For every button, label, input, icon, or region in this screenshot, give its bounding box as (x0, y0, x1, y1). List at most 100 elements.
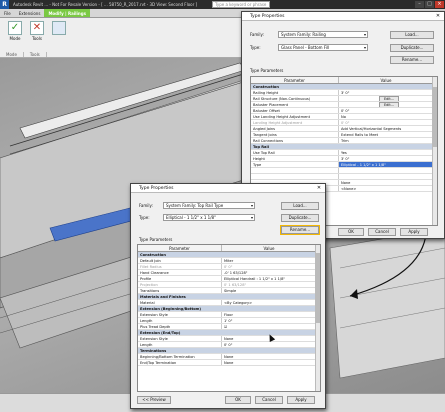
checkbox[interactable]: ☑ (222, 324, 320, 329)
close-icon[interactable]: ✕ (434, 13, 442, 20)
grid-scrollbar[interactable] (432, 77, 437, 225)
window-controls: – □ × (415, 1, 444, 8)
maximize-icon[interactable]: □ (425, 1, 434, 8)
ribbon-button-label: Tools (32, 36, 42, 41)
family-select[interactable]: System Family: Railing (278, 31, 368, 38)
scrollbar-thumb[interactable] (433, 87, 437, 147)
ribbon-group-tools: Tools (24, 52, 47, 57)
type-select[interactable]: Glass Panel - Bottom Fill (278, 44, 368, 51)
rename-button[interactable]: Rename... (390, 56, 434, 64)
parameter-value[interactable]: Elliptical Handrail : 1 1/2" x 1 1/8" (222, 276, 320, 281)
parameter-value[interactable]: Edit... (339, 96, 437, 101)
parameter-value[interactable]: 3' 0" (339, 90, 437, 95)
edit-button[interactable]: Edit... (378, 96, 400, 101)
parameter-value[interactable]: -0' 1 63/128" (222, 270, 320, 275)
dialog-title-bar: Type Properties ✕ (131, 184, 325, 193)
parameter-value[interactable] (339, 168, 437, 173)
parameter-value[interactable]: Trim (339, 138, 437, 143)
parameter-value[interactable]: None (222, 354, 320, 359)
search-input[interactable]: Type a keyword or phrase (212, 1, 270, 8)
apply-button[interactable]: Apply (400, 228, 428, 236)
parameter-name: Use Top Rail (251, 150, 339, 155)
parameter-value[interactable]: None (222, 360, 320, 365)
parameter-value[interactable]: <None> (339, 186, 437, 191)
ribbon-group-labels: Mode Tools (0, 52, 47, 57)
parameter-value[interactable]: 1' 0" (222, 318, 320, 323)
dialog-title: Type Properties (139, 186, 174, 191)
parameter-value[interactable]: <By Category> (222, 300, 320, 305)
parameter-value[interactable]: 0' 0" (222, 342, 320, 347)
parameter-value (222, 348, 320, 353)
column-header-parameter: Parameter (251, 77, 339, 83)
parameter-value[interactable]: 0' 0" (339, 108, 437, 113)
pick-path-icon (52, 21, 66, 35)
ribbon-button-tools[interactable]: ✕ Tools (28, 21, 46, 47)
red-x-icon: ✕ (30, 21, 44, 35)
duplicate-button[interactable]: Duplicate... (281, 214, 319, 222)
tab-file[interactable]: File (0, 9, 15, 17)
ribbon-button-pick[interactable] (50, 21, 68, 47)
parameter-name: Terminations (140, 349, 167, 353)
ribbon-button-mode[interactable]: ✓ Mode (6, 21, 24, 47)
parameter-name: Tangent Joins (251, 132, 339, 137)
dialog-title: Type Properties (250, 14, 285, 19)
rename-button[interactable]: Rename... (280, 225, 320, 235)
parameter-name: Landing Height Adjustment (251, 120, 339, 125)
parameter-value (222, 252, 320, 257)
apply-button[interactable]: Apply (287, 396, 315, 404)
parameter-name: Baluster Placement (251, 102, 339, 107)
parameter-name: Height (251, 156, 339, 161)
scrollbar-thumb[interactable] (316, 253, 320, 323)
cancel-button[interactable]: Cancel (255, 396, 283, 404)
family-select[interactable]: System Family: Top Rail Type (163, 202, 255, 209)
load-button[interactable]: Load... (281, 202, 319, 210)
parameter-name: End/Top Termination (138, 360, 222, 365)
parameter-value[interactable]: No (339, 114, 437, 119)
column-header-value: Value (339, 77, 434, 83)
parameter-value[interactable]: 3' 0" (339, 156, 437, 161)
minimize-icon[interactable]: – (415, 1, 424, 8)
parameter-name: Length (138, 342, 222, 347)
parameter-value (339, 84, 437, 89)
duplicate-button[interactable]: Duplicate... (390, 44, 434, 52)
parameter-name: Rail Connections (251, 138, 339, 143)
parameter-value[interactable]: Yes (339, 150, 437, 155)
type-parameters-grid[interactable]: Parameter Value Construction Default Join… (137, 244, 321, 392)
grid-scrollbar[interactable] (315, 245, 320, 391)
close-icon[interactable]: ✕ (315, 185, 323, 192)
parameter-name: Use Landing Height Adjustment (251, 114, 339, 119)
cancel-button[interactable]: Cancel (368, 228, 396, 236)
parameter-value[interactable]: Extend Rails to Meet (339, 132, 437, 137)
parameter-value[interactable]: Simple (222, 288, 320, 293)
ok-button[interactable]: OK (338, 228, 364, 236)
parameter-value[interactable]: Edit... (339, 102, 437, 107)
parameter-value[interactable]: Elliptical - 1 1/2" x 1 1/8" (339, 162, 437, 167)
parameter-value[interactable]: Miter (222, 258, 320, 263)
type-select[interactable]: Elliptical - 1 1/2" x 1 1/8" (163, 214, 255, 221)
load-button[interactable]: Load... (390, 31, 434, 39)
window-title: Autodesk Revit ... - Not For Resale Vers… (13, 2, 198, 7)
preview-button[interactable]: << Preview (137, 396, 171, 404)
parameter-value[interactable]: None (339, 180, 437, 185)
parameter-value[interactable]: Floor (222, 312, 320, 317)
column-header-parameter: Parameter (138, 245, 222, 251)
tab-extensions[interactable]: Extensions (15, 9, 45, 17)
parameter-name: Extension Style (138, 336, 222, 341)
grid-row[interactable]: End/Top Termination None (138, 360, 320, 366)
parameter-name: Type (251, 162, 339, 167)
parameter-value (222, 306, 320, 311)
parameter-value[interactable] (339, 174, 437, 179)
grid-rows: Construction Default Join Miter Fillet Radi… (138, 252, 320, 366)
close-icon[interactable]: × (435, 1, 444, 8)
parameter-name: Profile (138, 276, 222, 281)
type-label: Type: (250, 45, 261, 50)
revit-logo-icon[interactable]: R (0, 0, 9, 9)
parameter-name (251, 174, 339, 179)
parameter-value: 0' 0" (224, 265, 233, 269)
parameter-value: 0' 0" (341, 121, 350, 125)
parameter-name: Material (138, 300, 222, 305)
ok-button[interactable]: OK (225, 396, 251, 404)
edit-button[interactable]: Edit... (378, 102, 400, 107)
parameter-value[interactable]: Add Vertical/Horizontal Segments (339, 126, 437, 131)
tab-modify-railings[interactable]: Modify | Railings (44, 9, 90, 17)
